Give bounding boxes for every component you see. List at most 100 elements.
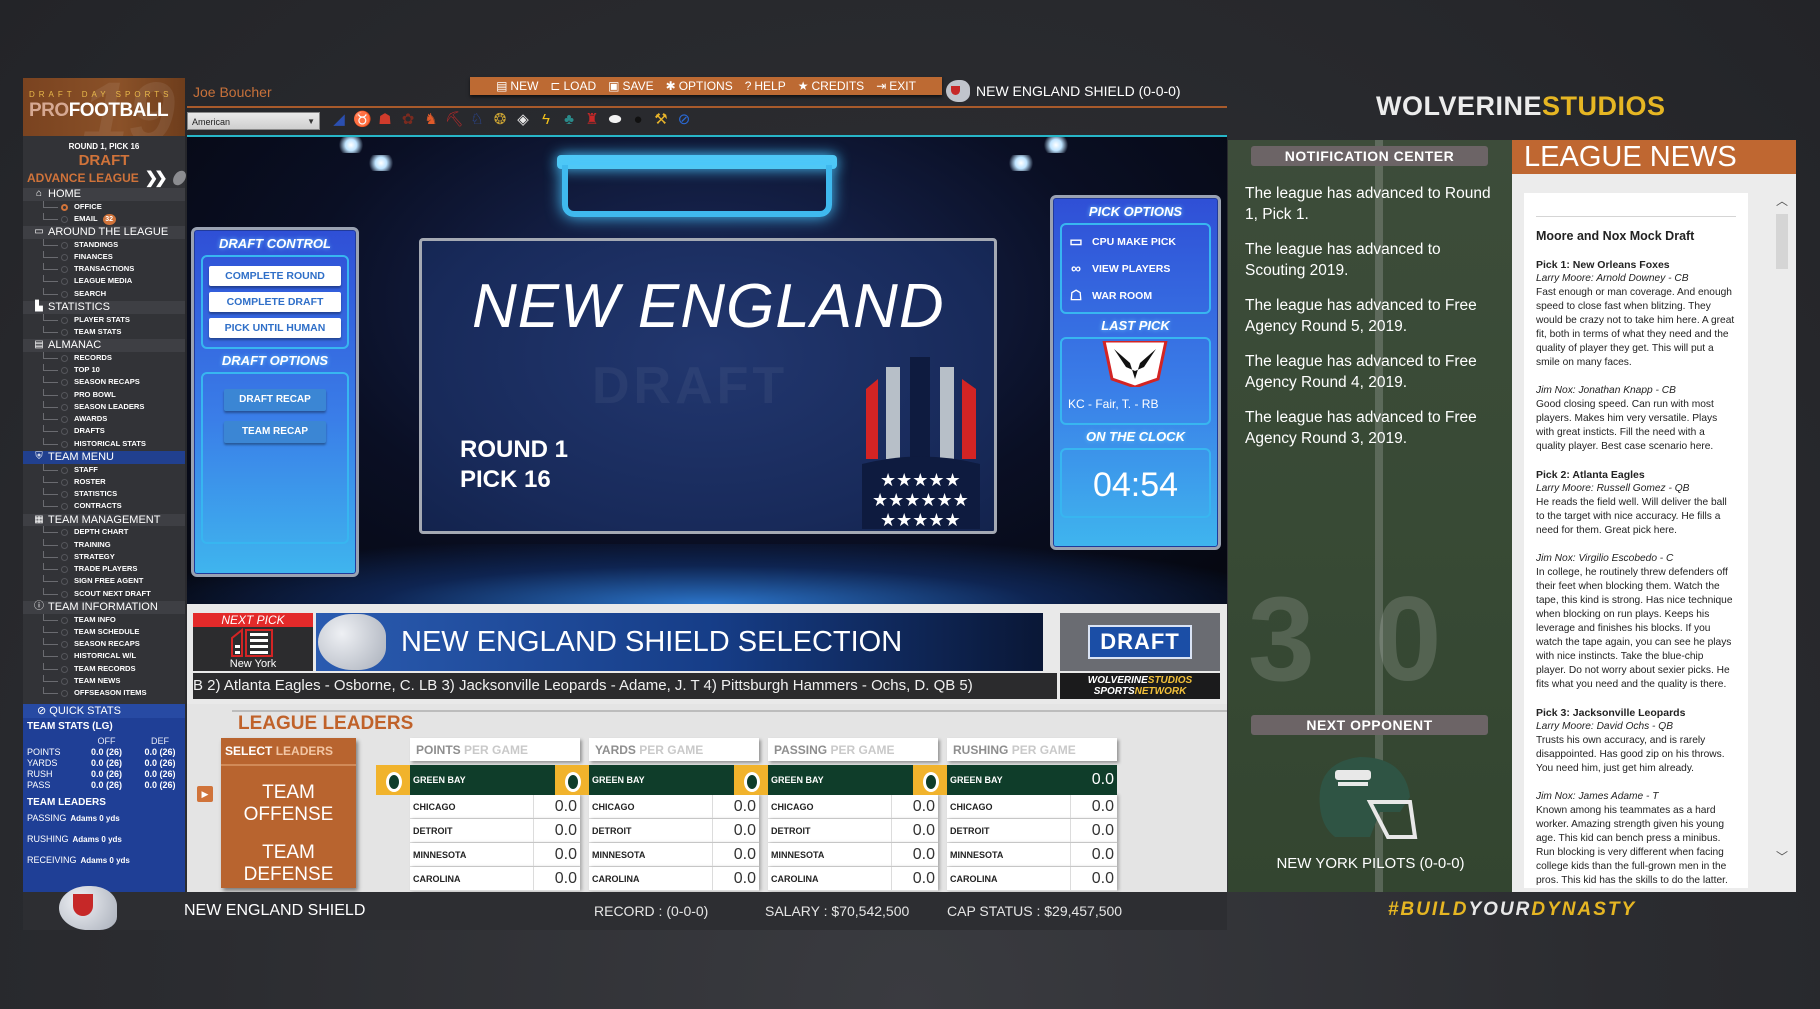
sidebar-section-home[interactable]: ⌂ HOME <box>23 188 185 201</box>
chevron-down-icon[interactable]: ﹀ <box>1774 850 1790 864</box>
exit-menu-button[interactable]: ⇥ EXIT <box>876 79 916 93</box>
team-defense-option[interactable]: TEAM DEFENSE <box>221 842 356 886</box>
team-logo-16-icon[interactable]: ⊘ <box>675 110 693 130</box>
team-logo-4-icon[interactable]: ✿ <box>399 110 417 130</box>
conference-select[interactable]: American ▼ <box>187 112 320 130</box>
table-row[interactable]: CHICAGO 0.0 <box>410 795 580 819</box>
team-logo-6-icon[interactable]: ⛏ <box>445 110 464 130</box>
team-logo-13-icon[interactable]: ⬬ <box>606 110 624 130</box>
war-room-button[interactable]: ☖ WAR ROOM <box>1066 282 1205 309</box>
sidebar-item-contracts[interactable]: CONTRACTS <box>23 500 185 512</box>
chevron-up-icon[interactable]: ︿ <box>1774 194 1790 208</box>
team-header[interactable]: NEW ENGLAND SHIELD (0-0-0) <box>946 80 1181 102</box>
table-row[interactable]: CHICAGO 0.0 <box>768 795 938 819</box>
sidebar-item-standings[interactable]: STANDINGS <box>23 238 185 251</box>
sidebar-item-transactions[interactable]: TRANSACTIONS <box>23 263 185 275</box>
sidebar-section-almanac[interactable]: ▤ ALMANAC <box>23 339 185 352</box>
sidebar-item-finances[interactable]: FINANCES <box>23 250 185 263</box>
sidebar-section-team-menu[interactable]: ⛨ TEAM MENU <box>23 451 185 464</box>
advance-league-button[interactable]: ADVANCE LEAGUE ❯❯ <box>23 168 189 188</box>
team-logo-3-icon[interactable]: ☗ <box>376 110 394 130</box>
sidebar-item-season-recaps[interactable]: SEASON RECAPS <box>23 376 185 388</box>
sidebar-item-sign-free-agent[interactable]: SIGN FREE AGENT <box>23 575 185 587</box>
draft-recap-button[interactable]: DRAFT RECAP <box>224 389 326 411</box>
options-menu-button[interactable]: ✱ OPTIONS <box>666 79 733 93</box>
view-players-button[interactable]: ∞ VIEW PLAYERS <box>1066 255 1205 282</box>
table-row[interactable]: CAROLINA 0.0 <box>947 867 1117 891</box>
team-logo-11-icon[interactable]: ♣ <box>560 110 578 130</box>
table-row[interactable]: MINNESOTA 0.0 <box>947 843 1117 867</box>
scrollbar-thumb[interactable] <box>1776 214 1788 269</box>
new-menu-button[interactable]: ▤ NEW <box>496 79 538 93</box>
cpu-make-pick-button[interactable]: ▭ CPU MAKE PICK <box>1066 228 1205 255</box>
sidebar-item-team-stats[interactable]: TEAM STATS <box>23 325 185 338</box>
sidebar-item-team-records[interactable]: TEAM RECORDS <box>23 662 185 675</box>
sidebar-item-search[interactable]: SEARCH <box>23 287 185 300</box>
save-menu-button[interactable]: ▣ SAVE <box>608 79 653 93</box>
pick-until-human-button[interactable]: PICK UNTIL HUMAN <box>209 318 341 338</box>
team-logo-9-icon[interactable]: ◈ <box>514 110 532 130</box>
sidebar-section-around-the-league[interactable]: ▭ AROUND THE LEAGUE <box>23 226 185 239</box>
team-logo-8-icon[interactable]: ❂ <box>491 110 509 130</box>
sidebar-item-historical-w-l[interactable]: HISTORICAL W/L <box>23 650 185 662</box>
quick-stats-header[interactable]: ⊘ QUICK STATS <box>23 704 185 718</box>
sidebar-item-awards[interactable]: AWARDS <box>23 413 185 425</box>
sidebar-item-office[interactable]: OFFICE <box>23 200 185 213</box>
sidebar-section-statistics[interactable]: ▙ STATISTICS <box>23 301 185 314</box>
team-logo-14-icon[interactable]: ● <box>629 110 647 130</box>
team-logo-1-icon[interactable]: ◢ <box>330 110 348 130</box>
team-offense-option[interactable]: TEAM OFFENSE <box>221 782 356 826</box>
sidebar-item-statistics[interactable]: STATISTICS <box>23 488 185 500</box>
news-scrollbar[interactable]: ︿ ﹀ <box>1774 194 1790 864</box>
sidebar-item-team-schedule[interactable]: TEAM SCHEDULE <box>23 625 185 638</box>
sidebar-item-email[interactable]: EMAIL 32 <box>23 212 185 225</box>
team-logo-5-icon[interactable]: ♞ <box>422 110 440 130</box>
table-row[interactable]: MINNESOTA 0.0 <box>768 843 938 867</box>
sidebar-item-team-news[interactable]: TEAM NEWS <box>23 675 185 687</box>
sidebar-item-trade-players[interactable]: TRADE PLAYERS <box>23 563 185 575</box>
table-row[interactable]: MINNESOTA 0.0 <box>410 843 580 867</box>
sidebar-item-drafts[interactable]: DRAFTS <box>23 425 185 437</box>
table-row[interactable]: DETROIT 0.0 <box>410 819 580 843</box>
sidebar-item-staff[interactable]: STAFF <box>23 463 185 476</box>
sidebar-item-league-media[interactable]: LEAGUE MEDIA <box>23 275 185 287</box>
sidebar-item-player-stats[interactable]: PLAYER STATS <box>23 313 185 326</box>
table-row[interactable]: CHICAGO 0.0 <box>589 795 759 819</box>
sidebar-item-scout-next-draft[interactable]: SCOUT NEXT DRAFT <box>23 587 185 600</box>
sidebar-section-team-information[interactable]: ⓘ TEAM INFORMATION <box>23 601 185 614</box>
sidebar-item-season-leaders[interactable]: SEASON LEADERS <box>23 400 185 413</box>
leader-row[interactable]: GREEN BAY 0.0 <box>913 765 1117 795</box>
sidebar-item-depth-chart[interactable]: DEPTH CHART <box>23 526 185 538</box>
table-row[interactable]: CAROLINA 0.0 <box>410 867 580 891</box>
complete-round-button[interactable]: COMPLETE ROUND <box>209 266 341 286</box>
table-row[interactable]: CHICAGO 0.0 <box>947 795 1117 819</box>
table-row[interactable]: DETROIT 0.0 <box>589 819 759 843</box>
sidebar-item-pro-bowl[interactable]: PRO BOWL <box>23 388 185 401</box>
credits-menu-button[interactable]: ★ CREDITS <box>798 79 864 93</box>
sidebar-item-records[interactable]: RECORDS <box>23 351 185 364</box>
team-logo-7-icon[interactable]: ♘ <box>468 110 486 130</box>
load-menu-button[interactable]: ⊏ LOAD <box>550 79 596 93</box>
help-menu-button[interactable]: ? HELP <box>745 79 786 93</box>
table-row[interactable]: CAROLINA 0.0 <box>768 867 938 891</box>
table-row[interactable]: MINNESOTA 0.0 <box>589 843 759 867</box>
team-recap-button[interactable]: TEAM RECAP <box>224 421 326 443</box>
sidebar-item-offseason-items[interactable]: OFFSEASON ITEMS <box>23 687 185 699</box>
team-logo-2-icon[interactable]: ♉ <box>353 110 372 130</box>
sidebar-item-historical-stats[interactable]: HISTORICAL STATS <box>23 437 185 450</box>
sidebar-item-strategy[interactable]: STRATEGY <box>23 550 185 563</box>
sidebar-item-top-10[interactable]: TOP 10 <box>23 363 185 376</box>
table-row[interactable]: CAROLINA 0.0 <box>589 867 759 891</box>
table-row[interactable]: DETROIT 0.0 <box>768 819 938 843</box>
team-logo-12-icon[interactable]: ♜ <box>583 110 601 130</box>
sidebar-section-team-management[interactable]: ▦ TEAM MANAGEMENT <box>23 513 185 527</box>
table-row[interactable]: DETROIT 0.0 <box>947 819 1117 843</box>
play-icon[interactable]: ▶ <box>197 786 213 802</box>
sidebar-item-roster[interactable]: ROSTER <box>23 475 185 488</box>
sidebar-item-team-info[interactable]: TEAM INFO <box>23 613 185 626</box>
sidebar-item-season-recaps[interactable]: SEASON RECAPS <box>23 638 185 650</box>
sidebar-item-training[interactable]: TRAINING <box>23 538 185 551</box>
team-logo-10-icon[interactable]: ϟ <box>537 110 555 130</box>
team-logo-15-icon[interactable]: ⚒ <box>652 110 670 130</box>
complete-draft-button[interactable]: COMPLETE DRAFT <box>209 292 341 312</box>
